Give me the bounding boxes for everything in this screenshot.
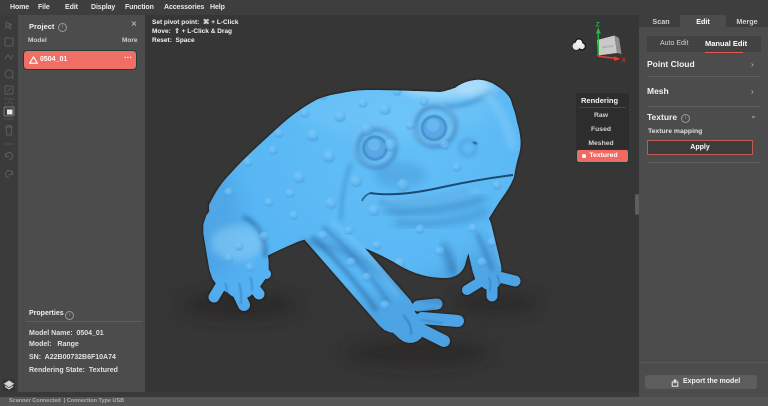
svg-text:X: X	[622, 57, 627, 64]
svg-text:Z: Z	[596, 22, 600, 29]
